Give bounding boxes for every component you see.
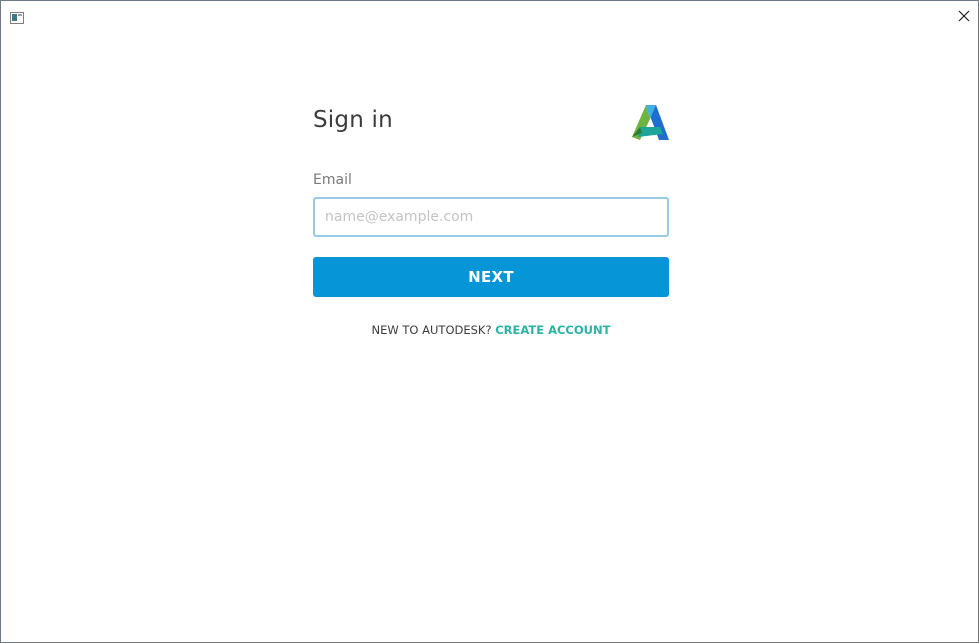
window-app-icon	[10, 9, 24, 24]
signup-prompt-text: NEW TO AUTODESK?	[371, 323, 492, 337]
signup-prompt-row: NEW TO AUTODESK? CREATE ACCOUNT	[313, 323, 669, 337]
autodesk-logo	[632, 103, 669, 140]
next-button[interactable]: NEXT	[313, 257, 669, 297]
create-account-link[interactable]: CREATE ACCOUNT	[495, 323, 610, 337]
signin-window: Sign in Email NEXT NEW TO AUTODESK? CREA…	[0, 0, 979, 643]
email-label: Email	[313, 172, 352, 188]
close-icon[interactable]	[954, 6, 974, 26]
page-title: Sign in	[313, 107, 393, 133]
email-field[interactable]	[313, 197, 669, 237]
